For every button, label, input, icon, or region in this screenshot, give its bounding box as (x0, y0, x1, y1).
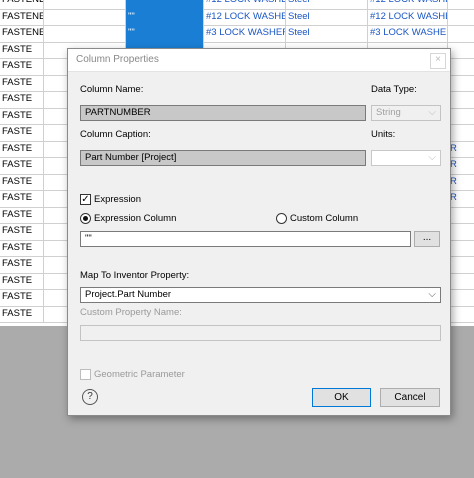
ok-button[interactable]: OK (312, 388, 371, 407)
column-name-field[interactable]: PARTNUMBER (80, 105, 366, 121)
close-icon[interactable]: × (430, 53, 446, 69)
table-cell[interactable] (44, 0, 126, 9)
table-cell[interactable]: #12 LOCK WASHER (368, 8, 448, 25)
custom-column-radio[interactable] (276, 213, 287, 224)
table-cell[interactable] (44, 25, 126, 42)
table-cell[interactable]: "" (126, 0, 204, 9)
column-caption-label: Column Caption: (80, 129, 151, 140)
table-cell[interactable] (448, 289, 474, 306)
table-cell[interactable]: "" (126, 8, 204, 25)
expression-label: Expression (94, 194, 141, 205)
table-cell[interactable]: FASTENER, LOCK... (0, 0, 44, 9)
table-cell[interactable]: FASTE (0, 58, 44, 75)
table-cell[interactable] (448, 91, 474, 108)
inventor-property-dropdown[interactable]: Project.Part Number ⌵ (80, 287, 441, 303)
custom-property-name-label: Custom Property Name: (80, 307, 182, 318)
cancel-button[interactable]: Cancel (380, 388, 440, 407)
units-label: Units: (371, 129, 396, 140)
table-cell[interactable]: FASTE (0, 140, 44, 157)
table-cell[interactable] (44, 8, 126, 25)
table-cell[interactable] (448, 25, 474, 42)
table-cell[interactable]: #12 LOCK WASHER (204, 8, 286, 25)
table-cell[interactable]: FASTE (0, 239, 44, 256)
dialog-title: Column Properties (76, 54, 159, 65)
table-cell[interactable]: FASTE (0, 206, 44, 223)
table-cell[interactable]: R (448, 190, 474, 207)
table-cell[interactable]: Steel (286, 25, 368, 42)
table-cell[interactable] (448, 240, 474, 257)
table-cell[interactable] (448, 0, 474, 9)
table-cell[interactable]: FASTE (0, 157, 44, 174)
expression-column-radio[interactable] (80, 213, 91, 224)
table-cell[interactable]: R (448, 141, 474, 158)
table-cell[interactable] (448, 256, 474, 273)
geometric-parameter-label: Geometric Parameter (94, 369, 185, 380)
expression-browse-button[interactable]: ... (414, 231, 440, 247)
table-cell[interactable]: FASTE (0, 256, 44, 273)
inventor-property-value: Project.Part Number (85, 289, 172, 300)
table-cell[interactable]: FASTE (0, 41, 44, 58)
table-row[interactable]: FASTENER, LOCK...""#12 LOCK WASHERSteel#… (0, 8, 474, 26)
table-cell[interactable]: R (448, 174, 474, 191)
table-cell[interactable]: FASTENER, LOCK... (0, 25, 44, 42)
units-dropdown[interactable]: ⌵ (371, 150, 441, 166)
table-cell[interactable] (448, 108, 474, 125)
table-cell[interactable]: FASTE (0, 173, 44, 190)
table-cell[interactable]: Steel (286, 0, 368, 9)
chevron-down-icon: ⌵ (428, 152, 436, 163)
table-cell[interactable] (448, 75, 474, 92)
table-cell[interactable] (448, 273, 474, 290)
table-cell[interactable] (448, 124, 474, 141)
map-to-inventor-property-label: Map To Inventor Property: (80, 270, 190, 281)
table-row[interactable]: FASTENER, LOCK...""#3 LOCK WASHERSteel#3… (0, 25, 474, 43)
table-cell[interactable]: #3 LOCK WASHER (368, 25, 448, 42)
table-cell[interactable]: FASTE (0, 289, 44, 306)
expression-checkbox[interactable]: ✓ (80, 194, 91, 205)
data-type-dropdown[interactable]: String ⌵ (371, 105, 441, 121)
expression-column-label: Expression Column (94, 213, 177, 224)
table-cell[interactable] (448, 42, 474, 59)
table-cell[interactable]: #12 LOCK WASHER (368, 0, 448, 9)
geometric-parameter-checkbox[interactable] (80, 369, 91, 380)
table-cell[interactable]: R (448, 157, 474, 174)
column-name-label: Column Name: (80, 84, 144, 95)
table-cell[interactable] (448, 306, 474, 323)
column-caption-field[interactable]: Part Number [Project] (80, 150, 366, 166)
table-cell[interactable] (448, 207, 474, 224)
table-cell[interactable]: FASTE (0, 272, 44, 289)
table-cell[interactable]: FASTE (0, 124, 44, 141)
table-cell[interactable] (448, 58, 474, 75)
data-type-label: Data Type: (371, 84, 417, 95)
chevron-down-icon: ⌵ (428, 107, 436, 118)
table-cell[interactable] (448, 9, 474, 26)
table-cell[interactable]: Steel (286, 8, 368, 25)
table-cell[interactable] (448, 223, 474, 240)
table-cell[interactable]: FASTE (0, 91, 44, 108)
custom-column-label: Custom Column (290, 213, 359, 224)
column-properties-dialog: Column Properties × Column Name: PARTNUM… (67, 48, 451, 416)
table-cell[interactable]: #12 LOCK WASHER (204, 0, 286, 9)
table-cell[interactable]: #3 LOCK WASHER (204, 25, 286, 42)
dialog-title-bar[interactable]: Column Properties × (68, 49, 450, 72)
table-cell[interactable]: FASTE (0, 223, 44, 240)
data-type-value: String (376, 107, 401, 118)
table-cell[interactable]: "" (126, 25, 204, 42)
table-cell[interactable]: FASTENER, LOCK... (0, 8, 44, 25)
table-cell[interactable]: FASTE (0, 190, 44, 207)
help-icon[interactable]: ? (82, 389, 98, 405)
chevron-down-icon: ⌵ (428, 289, 436, 300)
expression-input[interactable]: "" (80, 231, 411, 247)
table-cell[interactable]: FASTE (0, 305, 44, 322)
custom-property-name-field[interactable] (80, 325, 441, 341)
table-cell[interactable]: FASTE (0, 74, 44, 91)
table-cell[interactable]: FASTE (0, 107, 44, 124)
